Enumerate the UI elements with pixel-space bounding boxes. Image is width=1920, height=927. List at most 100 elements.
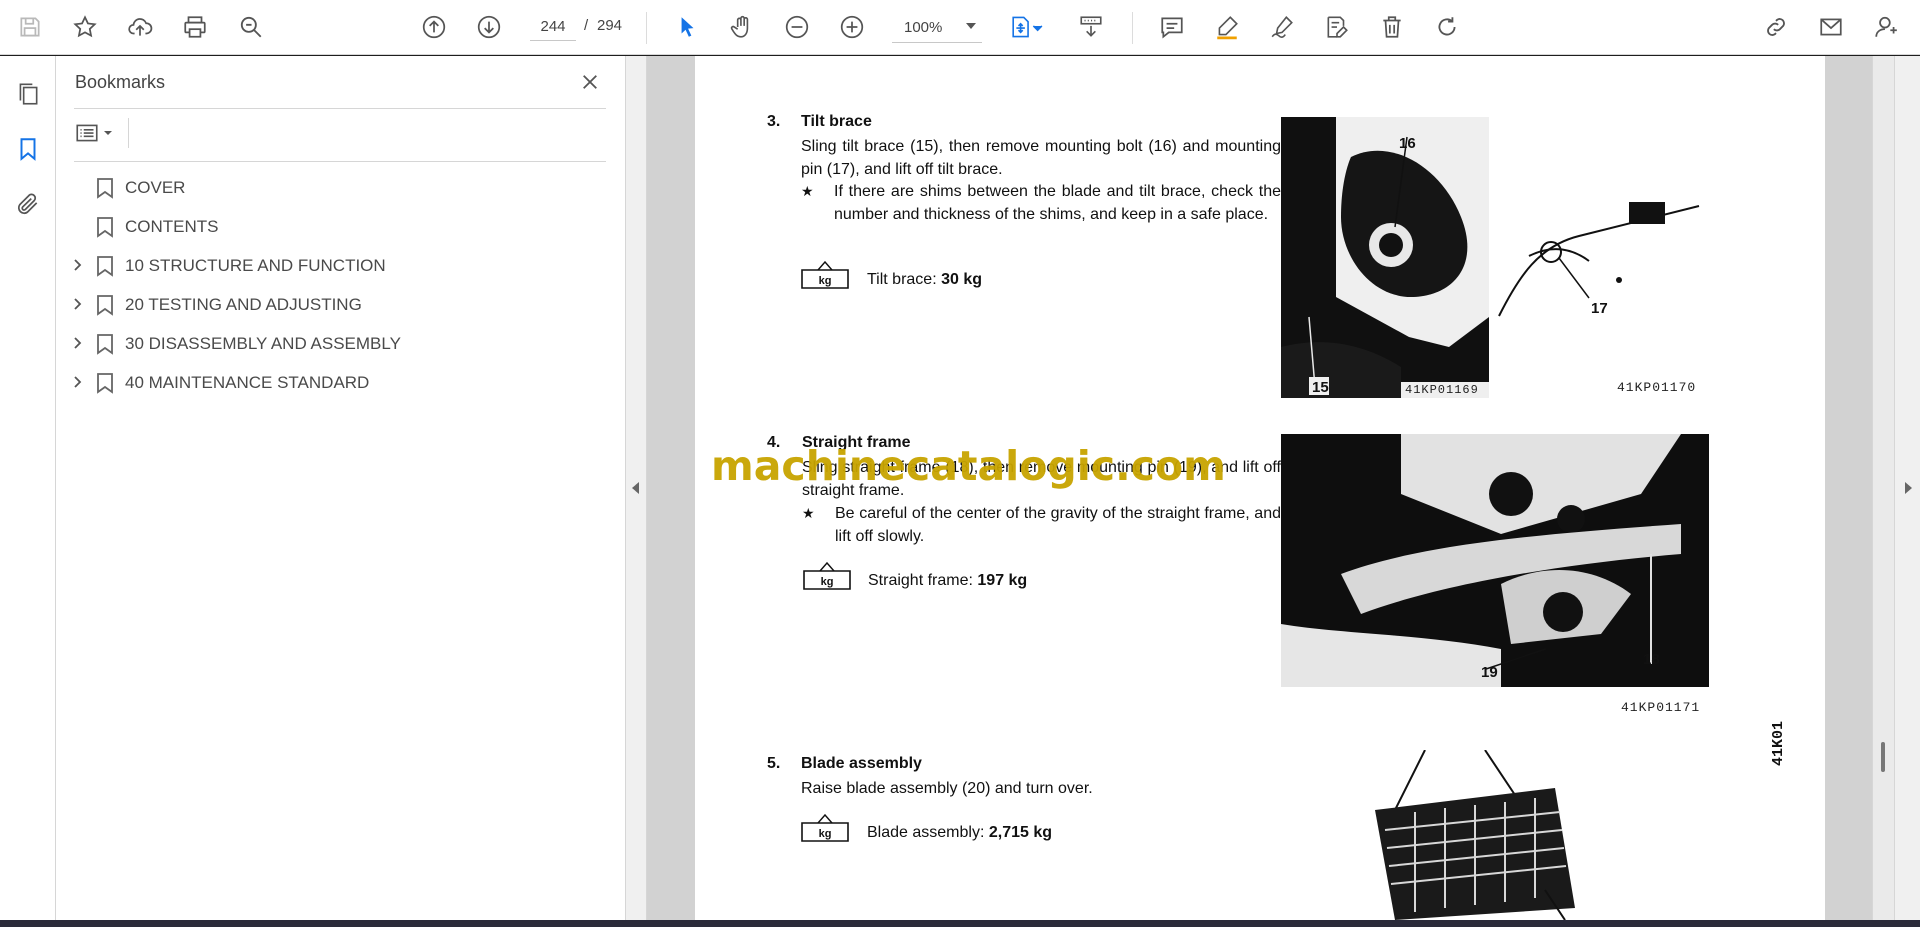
chevron-left-icon — [632, 482, 639, 494]
section-title: Blade assembly — [801, 755, 922, 772]
account-icon[interactable] — [1868, 9, 1904, 45]
previous-page-icon[interactable] — [416, 9, 452, 45]
bookmark-options-button[interactable] — [74, 118, 118, 148]
weight-value: 197 kg — [977, 572, 1028, 589]
bookmark-list: COVER CONTENTS 10 STRUCTURE AND FUNCTION… — [56, 168, 626, 402]
note-star-icon: ★ — [801, 183, 814, 199]
bookmark-label: COVER — [125, 178, 186, 197]
weight-kg-icon: kg — [803, 561, 851, 590]
panel-divider — [74, 108, 606, 109]
collapse-right-panel-handle[interactable] — [1894, 56, 1920, 920]
hand-tool-icon[interactable] — [724, 9, 760, 45]
bookmark-label: CONTENTS — [125, 217, 219, 236]
bookmark-icon — [97, 295, 113, 316]
note-star-icon: ★ — [802, 505, 815, 521]
comment-icon[interactable] — [1154, 9, 1190, 45]
page-total: 294 — [597, 17, 623, 34]
next-page-icon[interactable] — [471, 9, 507, 45]
weight-spec: Tilt brace: 30 kg — [867, 271, 982, 289]
photo-straight-frame: 19 18 — [1281, 434, 1709, 687]
chevron-right-icon[interactable] — [70, 336, 84, 350]
draw-freehand-icon[interactable] — [1264, 9, 1300, 45]
document-viewport[interactable]: 3. Tilt brace Sling tilt brace (15), the… — [647, 56, 1872, 920]
scroll-mode-icon[interactable] — [1073, 9, 1109, 45]
weight-spec: Blade assembly: 2,715 kg — [867, 824, 1052, 842]
bookmark-item-testing-and-adjusting[interactable]: 20 TESTING AND ADJUSTING — [56, 285, 626, 324]
callout-label: 19 — [1481, 664, 1498, 681]
bookmark-label: 10 STRUCTURE AND FUNCTION — [125, 256, 386, 275]
fit-page-icon[interactable] — [1003, 9, 1051, 45]
taskbar-edge — [0, 920, 1920, 927]
photo-code: 41KP01169 — [1405, 383, 1479, 397]
photo-code: 41KP01171 — [1621, 700, 1701, 715]
bookmark-icon — [97, 178, 113, 199]
page-separator: / — [584, 17, 589, 34]
page-number-input[interactable] — [530, 13, 576, 41]
edit-text-icon[interactable] — [1319, 9, 1355, 45]
star-icon[interactable] — [67, 9, 103, 45]
bookmark-item-maintenance-standard[interactable]: 40 MAINTENANCE STANDARD — [56, 363, 626, 402]
bookmark-item-structure-and-function[interactable]: 10 STRUCTURE AND FUNCTION — [56, 246, 626, 285]
callout-label: 16 — [1399, 135, 1416, 152]
section-text: Sling tilt brace (15), then remove mount… — [801, 138, 1281, 178]
photo-tilt-brace: 16 15 41KP01169 — [1281, 117, 1489, 398]
zoom-search-icon[interactable] — [233, 9, 269, 45]
bookmarks-icon[interactable] — [10, 131, 46, 167]
weight-label: Straight frame: — [868, 572, 973, 589]
select-cursor-icon[interactable] — [669, 9, 705, 45]
save-icon[interactable] — [12, 9, 48, 45]
chevron-right-icon — [1905, 482, 1912, 494]
callout-label: 18 — [1643, 651, 1660, 668]
main-toolbar: / 294 100% — [0, 0, 1920, 55]
photo-blade-assembly — [1355, 750, 1595, 920]
weight-value: 30 kg — [941, 271, 983, 288]
svg-text:kg: kg — [819, 828, 832, 840]
bookmark-item-contents[interactable]: CONTENTS — [56, 207, 626, 246]
chevron-right-icon[interactable] — [70, 297, 84, 311]
bookmark-icon — [97, 334, 113, 355]
zoom-level-dropdown[interactable]: 100% — [892, 13, 982, 43]
toolbar-divider — [1132, 12, 1133, 44]
side-page-code: 41K01 — [1770, 720, 1787, 766]
attachments-paperclip-icon[interactable] — [10, 186, 46, 222]
chevron-right-icon[interactable] — [70, 258, 84, 272]
print-icon[interactable] — [177, 9, 213, 45]
weight-spec: Straight frame: 197 kg — [868, 572, 1027, 590]
section-number: 3. — [767, 113, 781, 130]
zoom-in-icon[interactable] — [834, 9, 870, 45]
zoom-out-icon[interactable] — [779, 9, 815, 45]
email-icon[interactable] — [1813, 9, 1849, 45]
chevron-down-icon — [966, 23, 976, 29]
photo-tilt-brace-detail: 17 — [1489, 196, 1709, 336]
weight-kg-icon: kg — [801, 260, 849, 289]
delete-trash-icon[interactable] — [1374, 9, 1410, 45]
photo-code: 41KP01170 — [1617, 380, 1697, 395]
bookmark-label: 20 TESTING AND ADJUSTING — [125, 295, 362, 314]
chevron-right-icon[interactable] — [70, 375, 84, 389]
bookmark-item-cover[interactable]: COVER — [56, 168, 626, 207]
panel-divider — [74, 161, 606, 162]
scrollbar-thumb[interactable] — [1881, 742, 1885, 772]
bookmark-label: 40 MAINTENANCE STANDARD — [125, 373, 370, 392]
collapse-left-panel-handle[interactable] — [626, 56, 647, 920]
weight-label: Tilt brace: — [867, 271, 937, 288]
watermark-text: machinecatalogic.com — [711, 442, 1226, 490]
list-options-icon — [76, 124, 98, 142]
bookmark-icon — [97, 256, 113, 277]
bookmark-item-disassembly-and-assembly[interactable]: 30 DISASSEMBLY AND ASSEMBLY — [56, 324, 626, 363]
vertical-scrollbar[interactable] — [1872, 56, 1894, 920]
bookmark-icon — [97, 373, 113, 394]
cloud-upload-icon[interactable] — [122, 9, 158, 45]
bookmark-icon — [97, 217, 113, 238]
weight-label: Blade assembly: — [867, 824, 985, 841]
callout-label: 17 — [1591, 300, 1608, 317]
svg-text:kg: kg — [821, 576, 834, 588]
share-link-icon[interactable] — [1758, 9, 1794, 45]
section-number: 5. — [767, 755, 781, 772]
highlight-pen-icon[interactable] — [1209, 9, 1245, 45]
section-text: Raise blade assembly (20) and turn over. — [801, 780, 1093, 797]
toolbar-divider — [646, 12, 647, 44]
page-thumbnails-icon[interactable] — [10, 76, 46, 112]
redo-rotate-icon[interactable] — [1429, 9, 1465, 45]
close-icon[interactable] — [576, 68, 604, 96]
